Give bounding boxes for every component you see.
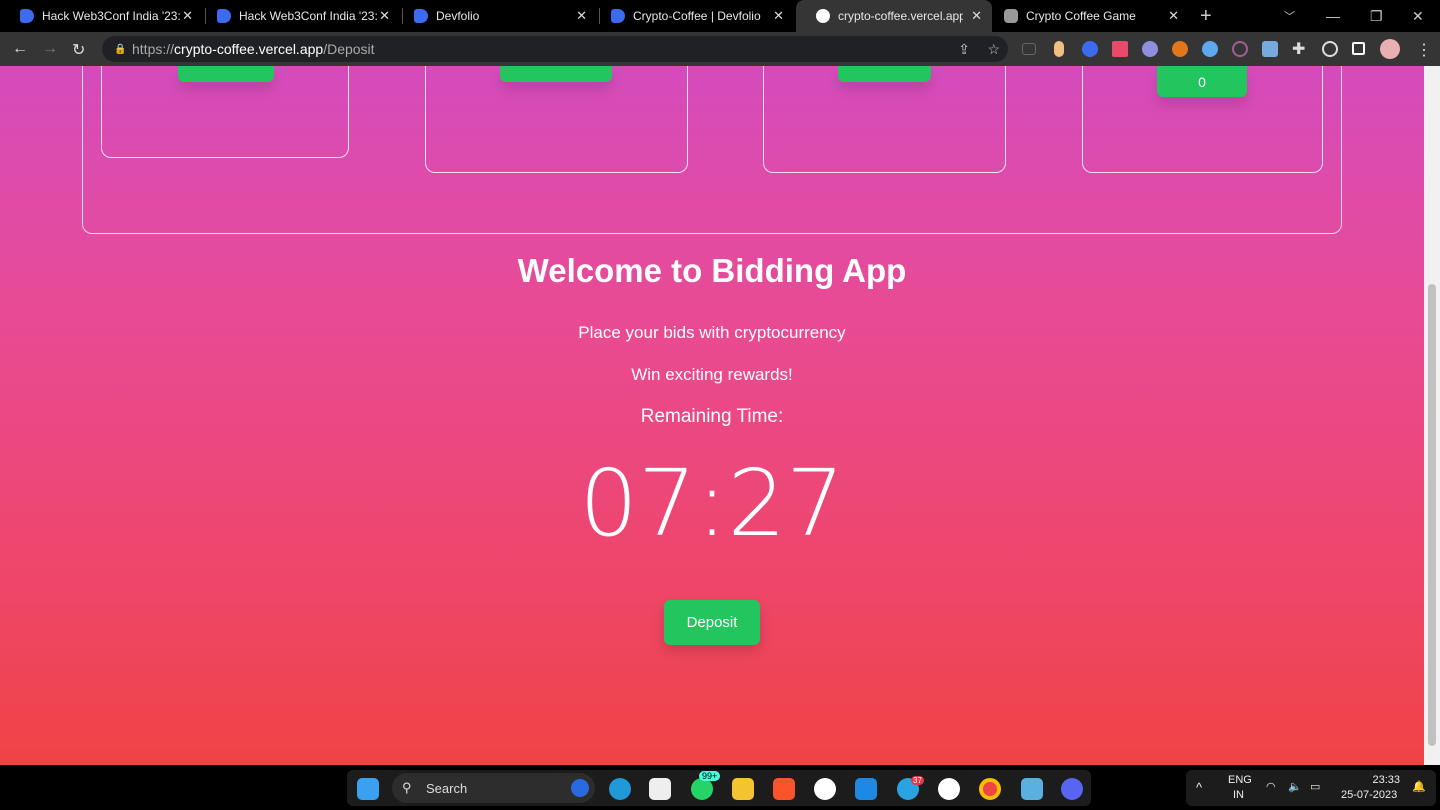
close-tab-icon[interactable]: ✕ [379, 8, 390, 24]
card-button[interactable] [838, 66, 931, 82]
page-content: 0 Welcome to Bidding App Place your bids… [0, 66, 1424, 765]
card-button[interactable]: 0 [1157, 66, 1247, 97]
taskbar: ⚲ Search 99+ 37 ^ ENG IN ◠ 🔈 ▭ 23:33 25-0… [0, 765, 1440, 810]
clock-date[interactable]: 25-07-2023 [1341, 789, 1397, 801]
restore-button[interactable]: ❐ [1370, 0, 1383, 32]
scrollbar[interactable] [1424, 66, 1440, 765]
extension-icon[interactable] [1322, 41, 1338, 57]
extension-icon[interactable] [1054, 41, 1064, 57]
vercel-icon [816, 9, 830, 23]
whatsapp-icon[interactable] [691, 778, 713, 800]
close-window-button[interactable]: ✕ [1412, 0, 1424, 32]
brave-icon[interactable] [773, 778, 795, 800]
card [425, 66, 688, 173]
scrollbar-thumb[interactable] [1428, 284, 1436, 746]
menu-kebab-icon[interactable]: ⋮ [1416, 40, 1432, 60]
side-panel-icon[interactable] [1352, 42, 1365, 55]
close-tab-icon[interactable]: ✕ [1168, 8, 1179, 24]
tab-crypto-coffee-game[interactable]: Crypto Coffee Game ✕ [984, 0, 1189, 32]
share-icon[interactable]: ⇪ [958, 41, 970, 58]
devfolio-icon [20, 9, 34, 23]
new-tab-button[interactable]: + [1200, 0, 1212, 32]
wifi-icon[interactable]: ◠ [1266, 780, 1276, 793]
chrome-icon[interactable] [979, 778, 1001, 800]
whatsapp-badge: 99+ [699, 771, 721, 781]
metamask-icon[interactable] [1172, 41, 1188, 57]
paint-icon[interactable] [1021, 778, 1043, 800]
extension-icon[interactable] [1232, 41, 1248, 57]
browser-toolbar: ← → ↻ 🔒 https://crypto-coffee.vercel.app… [0, 32, 1440, 66]
tab-devfolio[interactable]: Devfolio ✕ [394, 0, 597, 32]
tab-hack-web3conf-1[interactable]: Hack Web3Conf India '23: D ✕ [0, 0, 203, 32]
profile-avatar[interactable] [1380, 39, 1400, 59]
devfolio-icon [414, 9, 428, 23]
search-icon: ⚲ [402, 780, 412, 795]
extension-icon[interactable] [1082, 41, 1098, 57]
taskbar-search[interactable]: ⚲ Search [392, 773, 595, 803]
extension-icon[interactable] [1112, 41, 1128, 57]
bing-icon [571, 779, 589, 797]
tab-strip: Hack Web3Conf India '23: D ✕ Hack Web3Con… [0, 0, 1440, 32]
card-button[interactable] [178, 66, 274, 82]
tab-crypto-coffee-deposit[interactable]: crypto-coffee.vercel.app/Deposit✕ [796, 0, 992, 32]
countdown-timer: 07:27 [579, 450, 845, 557]
close-tab-icon[interactable]: ✕ [773, 8, 784, 24]
address-bar[interactable]: 🔒 https://crypto-coffee.vercel.app/Depos… [102, 36, 1008, 62]
file-explorer-icon[interactable] [732, 778, 754, 800]
bookmark-star-icon[interactable]: ☆ [987, 41, 1000, 58]
clock-time[interactable]: 23:33 [1356, 774, 1400, 786]
reload-icon[interactable]: ↻ [72, 40, 85, 60]
region-indicator: IN [1233, 789, 1244, 801]
subtitle-bids: Place your bids with cryptocurrency [578, 323, 846, 342]
subtitle-rewards: Win exciting rewards! [631, 365, 793, 384]
devfolio-icon [217, 9, 231, 23]
lock-icon: 🔒 [114, 43, 127, 55]
extension-icon[interactable] [1262, 41, 1278, 57]
close-tab-icon[interactable]: ✕ [971, 8, 982, 24]
edge-icon[interactable] [609, 778, 631, 800]
language-indicator[interactable]: ENG [1228, 774, 1252, 786]
discord-icon[interactable] [1061, 778, 1083, 800]
slack-icon[interactable] [814, 778, 836, 800]
volume-icon[interactable]: 🔈 [1288, 780, 1302, 793]
store-icon[interactable] [649, 778, 671, 800]
card-button[interactable] [500, 66, 612, 82]
card [763, 66, 1006, 173]
extensions-puzzle-icon[interactable]: ✚ [1292, 39, 1305, 59]
back-icon[interactable]: ← [12, 40, 28, 58]
devfolio-icon [611, 9, 625, 23]
close-tab-icon[interactable]: ✕ [576, 8, 587, 24]
chevron-up-icon[interactable]: ^ [1196, 780, 1202, 795]
minimize-button[interactable]: — [1326, 0, 1340, 32]
extension-icon[interactable] [1142, 41, 1158, 57]
openai-icon [1004, 9, 1018, 23]
timer-label: Remaining Time: [640, 406, 784, 427]
vscode-icon[interactable] [855, 778, 877, 800]
close-tab-icon[interactable]: ✕ [182, 8, 193, 24]
battery-icon[interactable]: ▭ [1310, 780, 1320, 793]
windows-start-icon[interactable] [357, 778, 379, 800]
page-title: Welcome to Bidding App [517, 252, 907, 289]
tab-search-chevron-icon[interactable]: ﹀ [1284, 0, 1295, 32]
tab-crypto-coffee-devfolio[interactable]: Crypto-Coffee | Devfolio ✕ [591, 0, 794, 32]
notification-bell-icon[interactable]: 🔔 [1412, 780, 1426, 793]
tab-hack-web3conf-2[interactable]: Hack Web3Conf India '23: D ✕ [197, 0, 400, 32]
forward-icon[interactable]: → [42, 40, 58, 58]
extension-icon[interactable] [1022, 43, 1036, 55]
telegram-badge: 37 [911, 776, 924, 785]
deposit-button[interactable]: Deposit [664, 600, 760, 645]
system-tray: ^ ENG IN ◠ 🔈 ▭ 23:33 25-07-2023 🔔 [1186, 770, 1436, 806]
app-icon[interactable] [938, 778, 960, 800]
extension-icon[interactable] [1202, 41, 1218, 57]
